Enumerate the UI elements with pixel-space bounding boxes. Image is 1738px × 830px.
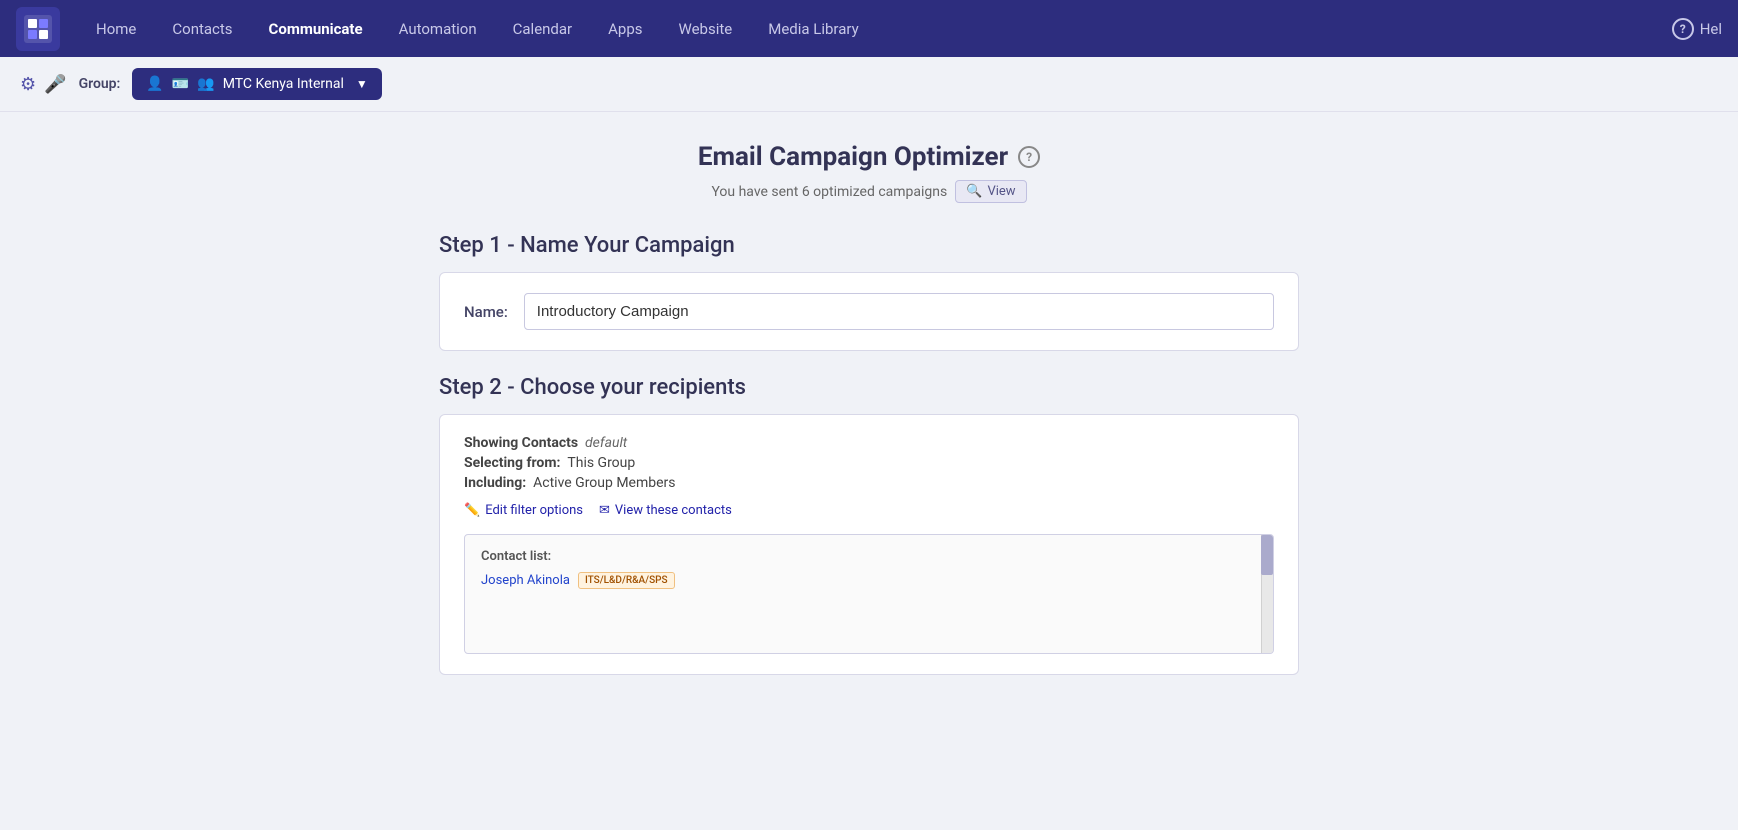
step1-heading: Step 1 - Name Your Campaign [439,233,1299,258]
contact-list-box: Contact list: Joseph Akinola ITS/L&D/R&A… [464,534,1274,654]
including-value: Active Group Members [533,475,675,491]
nav-items: Home Contacts Communicate Automation Cal… [80,12,1672,46]
view-contacts-link[interactable]: ✉ View these contacts [599,503,732,518]
page-title: Email Campaign Optimizer ? [698,142,1040,172]
filter-actions: ✏️ Edit filter options ✉ View these cont… [464,503,1274,518]
view-button[interactable]: 🔍 View [955,180,1026,203]
campaign-name-input[interactable] [524,293,1274,330]
scrollbar-track[interactable] [1261,535,1273,653]
subtitle-text: You have sent 6 optimized campaigns [711,184,947,200]
selecting-from-value: This Group [567,455,635,471]
search-icon: 🔍 [966,184,982,199]
group-type-icon-person: 👤 [146,76,163,92]
group-label-text: Group: [79,76,121,92]
contact-name[interactable]: Joseph Akinola [481,573,570,588]
group-bar: ⚙ 🎤 Group: 👤 🪪 👥 MTC Kenya Internal ▼ [0,57,1738,112]
help-icon[interactable]: ? [1672,18,1694,40]
group-type-icon-network: 👥 [197,76,214,92]
nav-home[interactable]: Home [80,12,152,46]
contact-list-inner: Contact list: Joseph Akinola ITS/L&D/R&A… [465,535,1273,607]
main-content: Email Campaign Optimizer ? You have sent… [0,112,1738,729]
step2-card: Showing Contacts default Selecting from:… [439,414,1299,675]
nav-calendar[interactable]: Calendar [497,12,589,46]
table-row: Joseph Akinola ITS/L&D/R&A/SPS [481,572,1257,589]
scrollbar-thumb[interactable] [1261,535,1273,575]
including-line: Including: Active Group Members [464,475,1274,491]
pencil-icon: ✏️ [464,503,480,518]
group-selector[interactable]: 👤 🪪 👥 MTC Kenya Internal ▼ [132,68,381,100]
step1-card: Name: [439,272,1299,351]
navbar: Home Contacts Communicate Automation Cal… [0,0,1738,57]
contact-list-label: Contact list: [481,549,1257,564]
showing-contacts-label: Showing Contacts [464,435,578,451]
group-name: MTC Kenya Internal [223,76,344,92]
mic-icon: 🎤 [44,74,66,95]
contact-tag: ITS/L&D/R&A/SPS [578,572,675,589]
group-type-icon-card: 🪪 [172,76,189,92]
name-row: Name: [464,293,1274,330]
nav-media-library[interactable]: Media Library [752,12,874,46]
subtitle: You have sent 6 optimized campaigns 🔍 Vi… [439,180,1299,203]
selecting-from-line: Selecting from: This Group [464,455,1274,471]
view-contacts-label: View these contacts [615,503,732,518]
help-label: Hel [1700,20,1722,38]
settings-icon: ⚙ [20,74,36,95]
nav-automation[interactable]: Automation [383,12,493,46]
edit-filter-link[interactable]: ✏️ Edit filter options [464,503,583,518]
email-icon: ✉ [599,503,610,518]
nav-contacts[interactable]: Contacts [156,12,248,46]
nav-website[interactable]: Website [663,12,749,46]
content-center: Email Campaign Optimizer ? You have sent… [439,142,1299,675]
app-logo[interactable] [16,7,60,51]
step1-section: Step 1 - Name Your Campaign Name: [439,233,1299,351]
including-label: Including: [464,475,526,491]
edit-filter-label: Edit filter options [485,503,583,518]
selecting-from-label: Selecting from: [464,455,560,471]
showing-contacts-value: default [585,435,627,451]
name-label: Name: [464,303,508,321]
view-label: View [987,184,1015,199]
chevron-down-icon: ▼ [356,77,368,91]
help-area: ? Hel [1672,18,1722,40]
showing-contacts-line: Showing Contacts default [464,435,1274,451]
page-title-area: Email Campaign Optimizer ? You have sent… [439,142,1299,203]
nav-communicate[interactable]: Communicate [253,12,379,46]
title-help-icon[interactable]: ? [1018,146,1040,168]
step2-heading: Step 2 - Choose your recipients [439,375,1299,400]
group-icons: ⚙ 🎤 [20,74,67,95]
recipients-info: Showing Contacts default Selecting from:… [464,435,1274,518]
nav-apps[interactable]: Apps [592,12,658,46]
step2-section: Step 2 - Choose your recipients Showing … [439,375,1299,675]
